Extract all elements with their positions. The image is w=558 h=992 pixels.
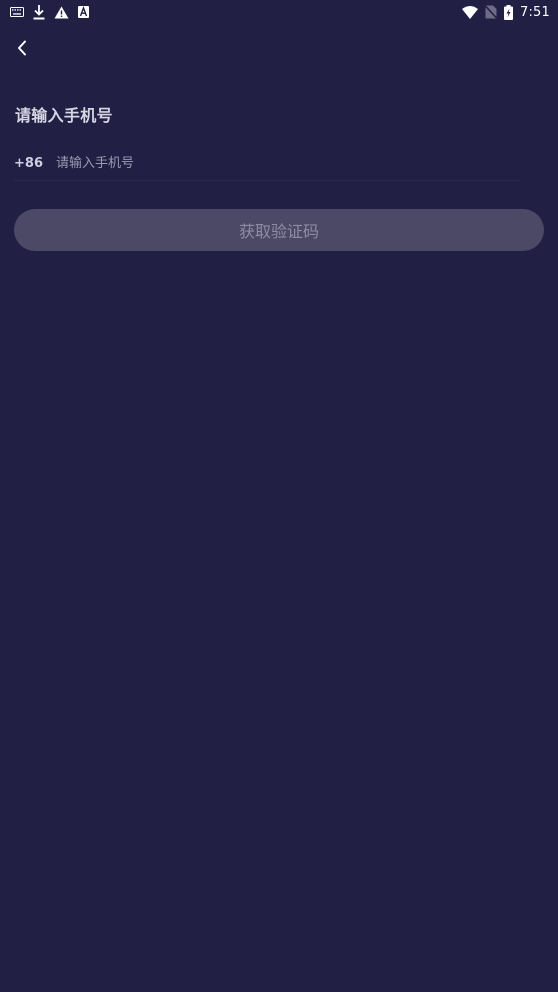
back-button[interactable] [8,34,36,62]
chevron-left-icon [17,40,27,56]
battery-charging-icon [504,4,513,20]
status-bar: 7:51 [0,0,558,24]
warning-icon [54,6,69,19]
get-verification-code-label: 获取验证码 [238,222,319,241]
keyboard-icon [10,7,24,17]
no-sim-icon [485,5,497,19]
get-verification-code-button[interactable]: 获取验证码 [14,209,544,251]
a-badge-icon [78,6,89,18]
page-title: 请输入手机号 [15,106,113,125]
status-bar-notifications [10,3,89,21]
phone-input-row: +86 [14,146,519,181]
wifi-icon [462,5,478,19]
download-icon [33,4,45,20]
country-code[interactable]: +86 [14,156,43,171]
status-bar-system: 7:51 [462,2,550,22]
phone-number-input[interactable] [55,148,519,178]
status-time: 7:51 [520,4,550,20]
